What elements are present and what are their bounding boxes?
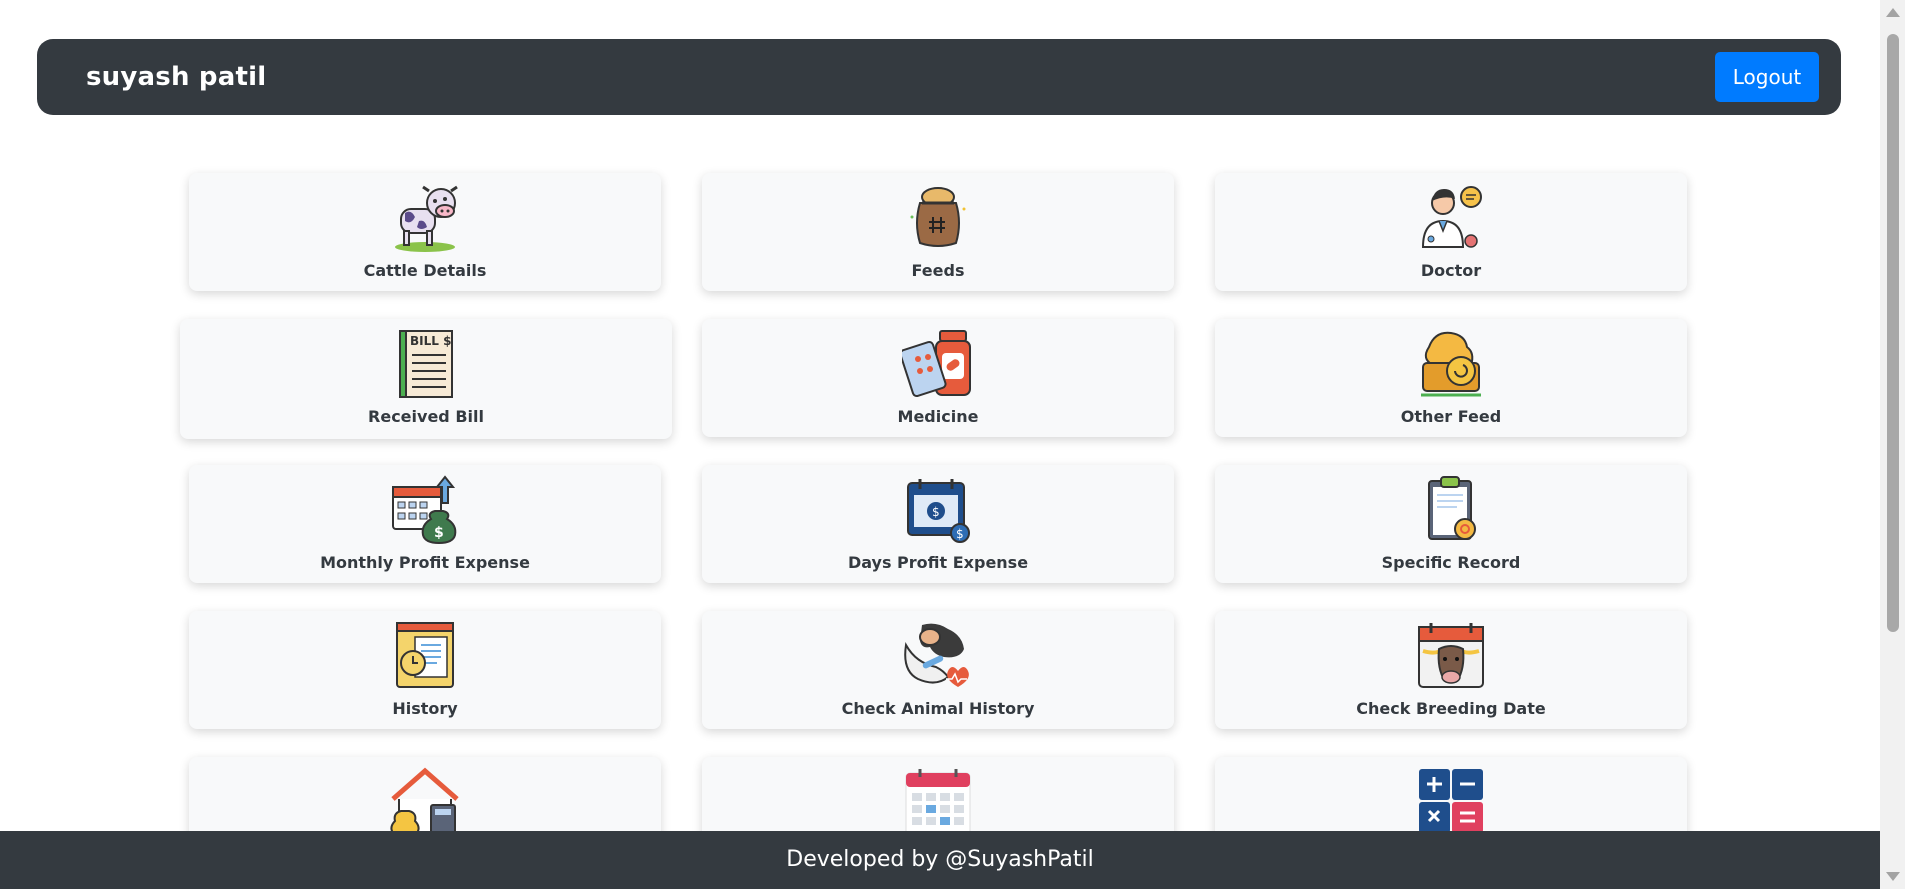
dashboard-grid: Cattle Details Feeds Doctor BILL $ Recei…: [0, 0, 1880, 831]
svg-text:$: $: [932, 505, 940, 519]
animal-health-icon: [902, 619, 974, 691]
tile-label: Specific Record: [1381, 553, 1521, 572]
tile-label: Check Breeding Date: [1356, 699, 1546, 718]
tile-history[interactable]: History: [189, 611, 661, 729]
svg-text:BILL $: BILL $: [410, 334, 451, 348]
tile-cattle-details[interactable]: Cattle Details: [189, 173, 661, 291]
bill-icon: BILL $: [390, 327, 462, 399]
vertical-scrollbar[interactable]: [1880, 0, 1905, 889]
clipboard-icon: [1415, 473, 1487, 545]
calendar-grid-icon: [902, 765, 974, 831]
svg-text:$: $: [434, 525, 444, 541]
tile-label: Medicine: [897, 407, 979, 426]
user-name: suyash patil: [86, 62, 267, 92]
tile-check-animal-history[interactable]: Check Animal History: [702, 611, 1174, 729]
tile-label: History: [392, 699, 458, 718]
tile-house-budget[interactable]: [189, 757, 661, 831]
house-money-icon: [389, 765, 461, 831]
svg-text:$: $: [956, 527, 964, 541]
scroll-up-arrow-icon[interactable]: [1886, 8, 1900, 17]
top-navbar: suyash patil Logout: [37, 39, 1841, 115]
tile-label: Cattle Details: [363, 261, 487, 280]
tile-label: Days Profit Expense: [847, 553, 1029, 572]
medicine-icon: [902, 327, 974, 399]
tile-other-feed[interactable]: Other Feed: [1215, 319, 1687, 437]
tile-received-bill[interactable]: BILL $ Received Bill: [180, 319, 672, 439]
scrollbar-thumb[interactable]: [1887, 34, 1899, 632]
tile-label: Monthly Profit Expense: [320, 553, 530, 572]
calendar-money-icon: $ $: [902, 473, 974, 545]
tile-label: Check Animal History: [841, 699, 1035, 718]
tile-check-breeding-date[interactable]: Check Breeding Date: [1215, 611, 1687, 729]
tile-monthly-profit-expense[interactable]: $ Monthly Profit Expense: [189, 465, 661, 583]
logout-button[interactable]: Logout: [1715, 52, 1819, 102]
scroll-down-arrow-icon[interactable]: [1886, 872, 1900, 881]
footer-credit: Developed by @SuyashPatil: [786, 847, 1094, 872]
footer: Developed by @SuyashPatil: [0, 831, 1880, 889]
tile-feeds[interactable]: Feeds: [702, 173, 1174, 291]
calendar-money-bag-icon: $: [389, 473, 461, 545]
calculator-icon: [1415, 765, 1487, 831]
tile-calculator[interactable]: [1215, 757, 1687, 831]
feed-sack-icon: [902, 181, 974, 253]
tile-label: Feeds: [911, 261, 965, 280]
tile-label: Received Bill: [368, 407, 484, 426]
tile-days-profit-expense[interactable]: $ $ Days Profit Expense: [702, 465, 1174, 583]
hay-bale-icon: [1415, 327, 1487, 399]
tile-label: Doctor: [1420, 261, 1482, 280]
tile-label: Other Feed: [1400, 407, 1502, 426]
tile-doctor[interactable]: Doctor: [1215, 173, 1687, 291]
tile-medicine[interactable]: Medicine: [702, 319, 1174, 437]
history-folder-icon: [389, 619, 461, 691]
tile-specific-record[interactable]: Specific Record: [1215, 465, 1687, 583]
doctor-icon: [1415, 181, 1487, 253]
cow-calendar-icon: [1415, 619, 1487, 691]
tile-calendar[interactable]: [702, 757, 1174, 831]
cow-icon: [389, 181, 461, 253]
